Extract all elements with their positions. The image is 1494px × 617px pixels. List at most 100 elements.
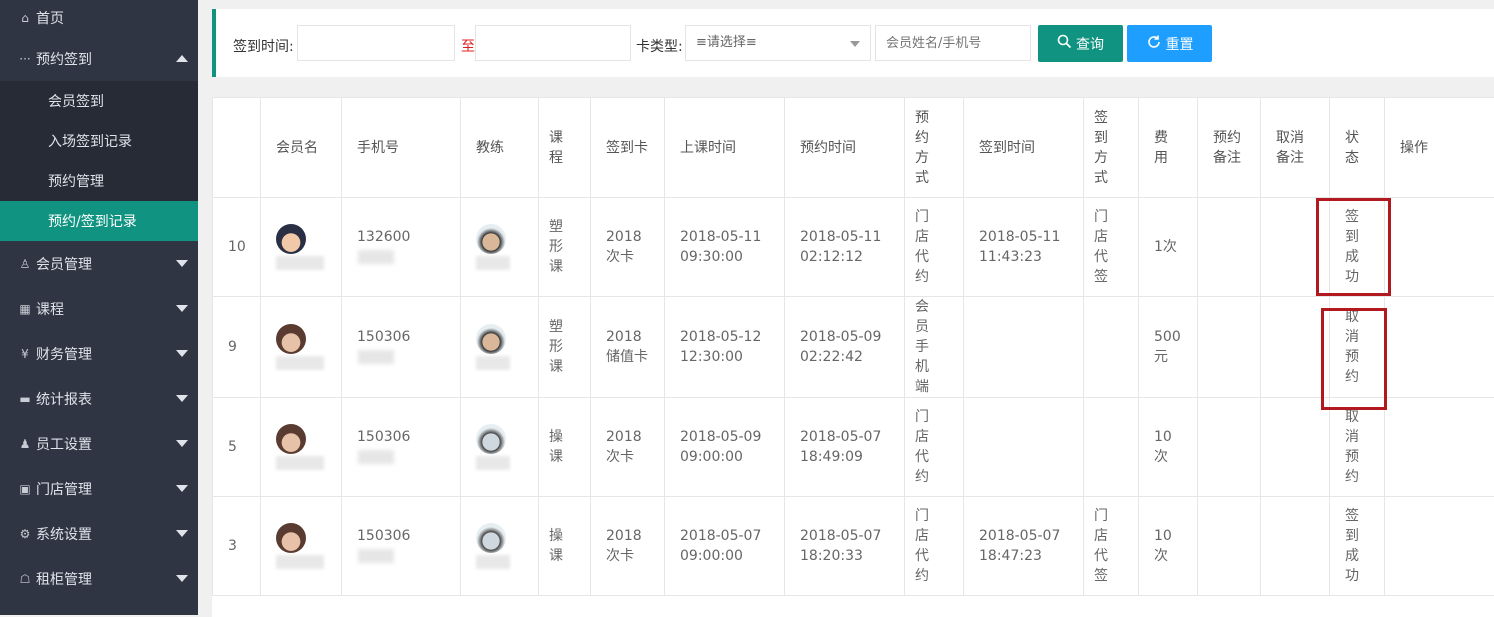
cell-index: 5 [213,398,261,497]
cell-index-text: 10 [228,237,245,257]
cell-index-text: 5 [228,437,245,457]
nav-label: 员工设置 [36,434,92,454]
cell-fee-text: 10次 [1154,427,1184,467]
sub-item-booking-records[interactable]: 预约/签到记录 [0,201,198,241]
nav-label: 门店管理 [36,479,92,499]
table-row: 9150306塑形课2018储值卡2018-05-12 12:30:002018… [213,297,1494,398]
nav-course[interactable]: ▦ 课程 [0,286,198,331]
nav-label: 租柜管理 [36,569,92,589]
cell-book-method-text: 会员手机端 [915,297,930,397]
col-header-book-time: 预约时间 [785,98,905,198]
nav-group-booking[interactable]: ··· 预约签到 [0,36,198,81]
gear-icon: ⚙ [18,527,32,541]
cell-class-time-text: 2018-05-12 12:30:00 [680,327,762,367]
cell-sign-time-text: 2018-05-11 11:43:23 [979,227,1061,267]
cell-sign-time [964,297,1084,398]
cell-fee-text: 10次 [1154,526,1184,566]
nav-member-manage[interactable]: ♙ 会员管理 [0,241,198,286]
sub-item-label: 会员签到 [48,91,104,111]
cell-class-time: 2018-05-07 09:00:00 [665,497,785,596]
col-header-member: 会员名 [261,98,342,198]
sub-item-booking-manage[interactable]: 预约管理 [0,161,198,201]
phone-text: 150306 [357,528,410,544]
cell-book-time-text: 2018-05-11 02:12:12 [800,227,882,267]
cell-book-note [1198,198,1261,297]
nav-stores[interactable]: ▣ 门店管理 [0,466,198,511]
chevron-down-icon [176,440,188,447]
cell-fee-text: 500元 [1154,327,1184,367]
phone-redacted [358,350,394,364]
phone-text: 150306 [357,329,410,345]
cell-card: 2018次卡 [591,198,665,297]
cell-coach [461,497,539,596]
cell-actions[interactable] [1385,198,1494,297]
range-separator: 至 [461,36,475,56]
cell-actions[interactable] [1385,398,1494,497]
cell-book-note [1198,398,1261,497]
cell-book-time: 2018-05-07 18:20:33 [785,497,905,596]
cell-cancel-note [1261,297,1330,398]
nav-system[interactable]: ⚙ 系统设置 [0,511,198,556]
phone-text: 132600 [357,229,410,245]
col-header-actions: 操作 [1385,98,1494,198]
reset-label: 重置 [1166,34,1194,54]
cell-actions[interactable] [1385,297,1494,398]
member-avatar [276,324,306,354]
nav-lockers[interactable]: ☖ 租柜管理 [0,556,198,601]
nav-home[interactable]: ⌂ 首页 [0,0,198,36]
cell-sign-method [1084,398,1139,497]
cell-book-time-text: 2018-05-09 02:22:42 [800,327,882,367]
cell-actions[interactable] [1385,497,1494,596]
cell-course-text: 塑形课 [549,217,564,277]
query-button[interactable]: 查询 [1038,25,1123,62]
user-icon: ♙ [18,257,32,271]
table-header-row: 会员名 手机号 教练 课程 签到卡 上课时间 预约时间 预约方式 签到时间 签到… [213,98,1494,198]
phone-redacted [358,450,394,464]
grid-icon: ▦ [18,302,32,316]
phone-redacted [358,549,394,563]
cell-index-text: 3 [228,536,245,556]
member-search-input[interactable] [875,25,1031,61]
col-header-cancel-note: 取消备注 [1261,98,1330,198]
yen-icon: ¥ [18,347,32,361]
sub-item-entry-records[interactable]: 入场签到记录 [0,121,198,161]
cell-sign-method: 门店代签 [1084,198,1139,297]
cell-class-time: 2018-05-11 09:30:00 [665,198,785,297]
cell-sign-time-text: 2018-05-07 18:47:23 [979,526,1061,566]
cell-sign-time: 2018-05-07 18:47:23 [964,497,1084,596]
nav-finance[interactable]: ¥ 财务管理 [0,331,198,376]
coach-name-redacted [476,456,510,470]
cell-book-method-text: 门店代约 [915,506,930,586]
coach-name-redacted [476,256,510,270]
query-label: 查询 [1076,34,1104,54]
chevron-down-icon [850,41,860,47]
member-name-redacted [276,356,324,370]
cell-card-text: 2018次卡 [606,526,650,566]
nav-group-label: 预约签到 [36,49,92,69]
cell-coach [461,398,539,497]
cell-index: 10 [213,198,261,297]
member-name-redacted [276,456,324,470]
col-header-sign-time: 签到时间 [964,98,1084,198]
home-icon: ⌂ [18,11,32,25]
cell-member [261,198,342,297]
cell-sign-method-text: 门店代签 [1094,207,1109,287]
card-type-select[interactable]: ≡请选择≡ [685,25,871,61]
cell-course: 塑形课 [539,198,591,297]
col-header-class-time: 上课时间 [665,98,785,198]
sub-item-member-signin[interactable]: 会员签到 [0,81,198,121]
cell-phone: 150306 [342,497,461,596]
signin-end-input[interactable] [475,25,631,61]
cell-card-text: 2018次卡 [606,427,650,467]
signin-start-input[interactable] [297,25,455,61]
cell-fee: 500元 [1139,297,1198,398]
sub-item-label: 预约/签到记录 [48,211,137,231]
nav-reports[interactable]: ▬ 统计报表 [0,376,198,421]
cell-book-time: 2018-05-11 02:12:12 [785,198,905,297]
nav-staff[interactable]: ♟ 员工设置 [0,421,198,466]
cell-status-text: 取消预约 [1345,407,1360,487]
signin-time-label: 签到时间: [233,36,294,56]
locker-icon: ☖ [18,572,32,586]
reset-button[interactable]: 重置 [1127,25,1212,62]
records-table-wrap: 会员名 手机号 教练 课程 签到卡 上课时间 预约时间 预约方式 签到时间 签到… [212,97,1494,617]
